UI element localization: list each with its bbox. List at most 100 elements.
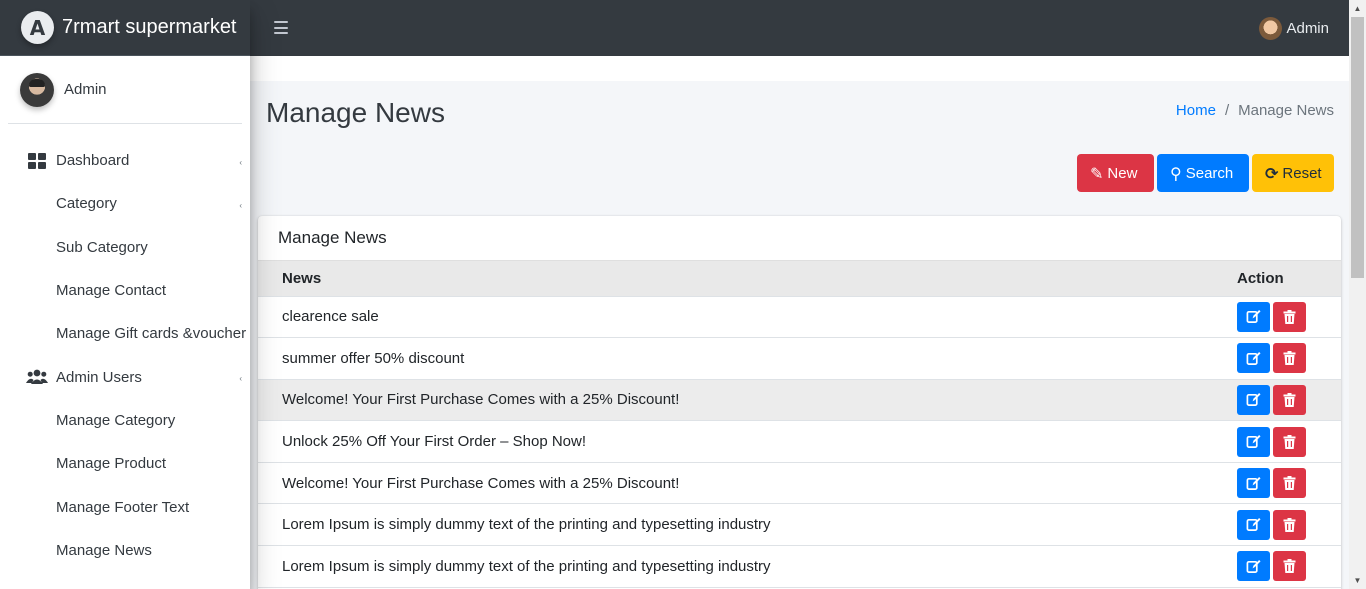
news-table: News Action clearence sale summer offer 5… (258, 261, 1341, 588)
th-large-icon (26, 152, 48, 170)
news-title-cell: clearence sale (282, 308, 379, 326)
edit-row-button[interactable] (1237, 426, 1270, 457)
edit-icon (1246, 351, 1261, 365)
table-row: Lorem Ipsum is simply dummy text of the … (258, 504, 1341, 546)
reset-button[interactable]: ⟳ Reset (1252, 154, 1334, 192)
edit-icon (1246, 393, 1261, 407)
news-title-cell: Welcome! Your First Purchase Comes with … (282, 474, 680, 492)
edit-icon (1246, 310, 1261, 324)
brand-link[interactable]: A 7rmart supermarket (0, 0, 250, 56)
edit-icon (1246, 559, 1261, 573)
edit-row-button[interactable] (1237, 384, 1270, 415)
top-navbar: Admin (250, 0, 1349, 56)
sidebar: A 7rmart supermarket Admin Dashboard ‹ Cat… (0, 0, 250, 589)
scroll-up-arrow-icon[interactable]: ▲ (1349, 0, 1366, 17)
user-menu[interactable]: Admin (1259, 17, 1329, 40)
sidebar-item-sub-category[interactable]: Sub Category (0, 226, 250, 269)
chevron-left-icon[interactable]: ‹ (239, 201, 242, 210)
edit-icon (1246, 435, 1261, 449)
sidebar-item-label: Manage News (56, 541, 152, 559)
edit-row-button[interactable] (1237, 551, 1270, 582)
table-row: Lorem Ipsum is simply dummy text of the … (258, 546, 1341, 588)
action-cell (1237, 338, 1341, 380)
column-header-news: News (258, 261, 1237, 297)
sidebar-item-manage-news[interactable]: Manage News (0, 529, 250, 572)
edit-row-button[interactable] (1237, 468, 1270, 499)
user-avatar-icon (1259, 17, 1283, 40)
sidebar-item-label: Manage Footer Text (56, 498, 190, 516)
sidebar-item-label: Category (56, 195, 117, 213)
sidebar-nav: Dashboard ‹ Category ‹ Sub Category Manage Co… (0, 124, 250, 572)
search-button[interactable]: ⚲ Search (1157, 154, 1249, 192)
sidebar-item-label: Manage Gift cards &voucher (56, 325, 247, 343)
action-cell (1237, 504, 1341, 546)
delete-row-button[interactable] (1273, 468, 1306, 499)
news-title-cell: Lorem Ipsum is simply dummy text of the … (282, 557, 771, 575)
trash-icon (1283, 559, 1296, 574)
news-title-cell: Unlock 25% Off Your First Order – Shop N… (282, 433, 587, 451)
trash-icon (1283, 351, 1296, 366)
top-user-name[interactable]: Admin (1286, 20, 1329, 37)
edit-icon (1246, 518, 1261, 532)
table-row: Unlock 25% Off Your First Order – Shop N… (258, 421, 1341, 463)
table-row: clearence sale (258, 296, 1341, 338)
sync-icon: ⟳ (1265, 163, 1279, 183)
sidebar-item-label: Dashboard (56, 152, 130, 170)
chevron-left-icon[interactable]: ‹ (239, 158, 242, 167)
sidebar-item-manage-category[interactable]: Manage Category (0, 399, 250, 442)
edit-icon (1246, 476, 1261, 490)
action-buttons: ✎ New ⚲ Search ⟳ Reset (1077, 154, 1334, 192)
delete-row-button[interactable] (1273, 426, 1306, 457)
table-header-row: News Action (258, 261, 1341, 297)
avatar (20, 72, 54, 107)
trash-icon (1283, 434, 1296, 449)
action-cell (1237, 462, 1341, 504)
sidebar-item-label: Manage Category (56, 411, 176, 429)
menu-toggle-icon[interactable] (274, 21, 288, 34)
content-top-band (250, 56, 1349, 81)
delete-row-button[interactable] (1273, 301, 1306, 332)
news-title-cell: Lorem Ipsum is simply dummy text of the … (282, 516, 771, 534)
delete-row-button[interactable] (1273, 343, 1306, 374)
scrollbar-thumb[interactable] (1351, 17, 1364, 278)
action-cell (1237, 379, 1341, 421)
delete-row-button[interactable] (1273, 551, 1306, 582)
page-scrollbar[interactable]: ▲ ▼ (1349, 0, 1366, 589)
breadcrumb-home-link[interactable]: Home (1176, 102, 1216, 119)
trash-icon (1283, 309, 1296, 324)
content-wrapper: Manage News Home / Manage News ✎ New ⚲ S… (250, 56, 1349, 589)
edit-row-button[interactable] (1237, 301, 1270, 332)
breadcrumb-current: Manage News (1238, 102, 1334, 119)
trash-icon (1283, 517, 1296, 532)
sidebar-item-manage-product[interactable]: Manage Product (0, 442, 250, 485)
sidebar-item-manage-gift-cards-voucher[interactable]: Manage Gift cards &voucher (0, 312, 250, 355)
table-row: Welcome! Your First Purchase Comes with … (258, 462, 1341, 504)
sidebar-item-manage-contact[interactable]: Manage Contact (0, 269, 250, 312)
new-button-label: New (1107, 164, 1138, 182)
trash-icon (1283, 392, 1296, 407)
edit-row-button[interactable] (1237, 343, 1270, 374)
page-title: Manage News (266, 97, 445, 128)
news-card: Manage News News Action clearence sale su… (258, 216, 1341, 589)
chevron-left-icon[interactable]: ‹ (239, 374, 242, 383)
scroll-down-arrow-icon[interactable]: ▼ (1349, 572, 1366, 589)
user-panel[interactable]: Admin (8, 56, 242, 124)
delete-row-button[interactable] (1273, 509, 1306, 540)
new-button[interactable]: ✎ New (1077, 154, 1154, 192)
sidebar-item-label: Manage Product (56, 455, 167, 473)
sidebar-item-admin-users[interactable]: Admin Users ‹ (0, 355, 250, 398)
action-cell (1237, 421, 1341, 463)
edit-row-button[interactable] (1237, 509, 1270, 540)
delete-row-button[interactable] (1273, 384, 1306, 415)
sidebar-item-label: Manage Contact (56, 282, 167, 300)
reset-button-label: Reset (1282, 164, 1322, 182)
card-title: Manage News (258, 216, 1341, 261)
search-button-label: Search (1185, 164, 1234, 182)
trash-icon (1283, 476, 1296, 491)
sidebar-user-name[interactable]: Admin (64, 81, 107, 98)
sidebar-item-dashboard[interactable]: Dashboard ‹ (0, 139, 250, 182)
sidebar-item-manage-footer-text[interactable]: Manage Footer Text (0, 485, 250, 528)
sidebar-item-category[interactable]: Category ‹ (0, 182, 250, 225)
table-row: Welcome! Your First Purchase Comes with … (258, 379, 1341, 421)
action-cell (1237, 546, 1341, 588)
